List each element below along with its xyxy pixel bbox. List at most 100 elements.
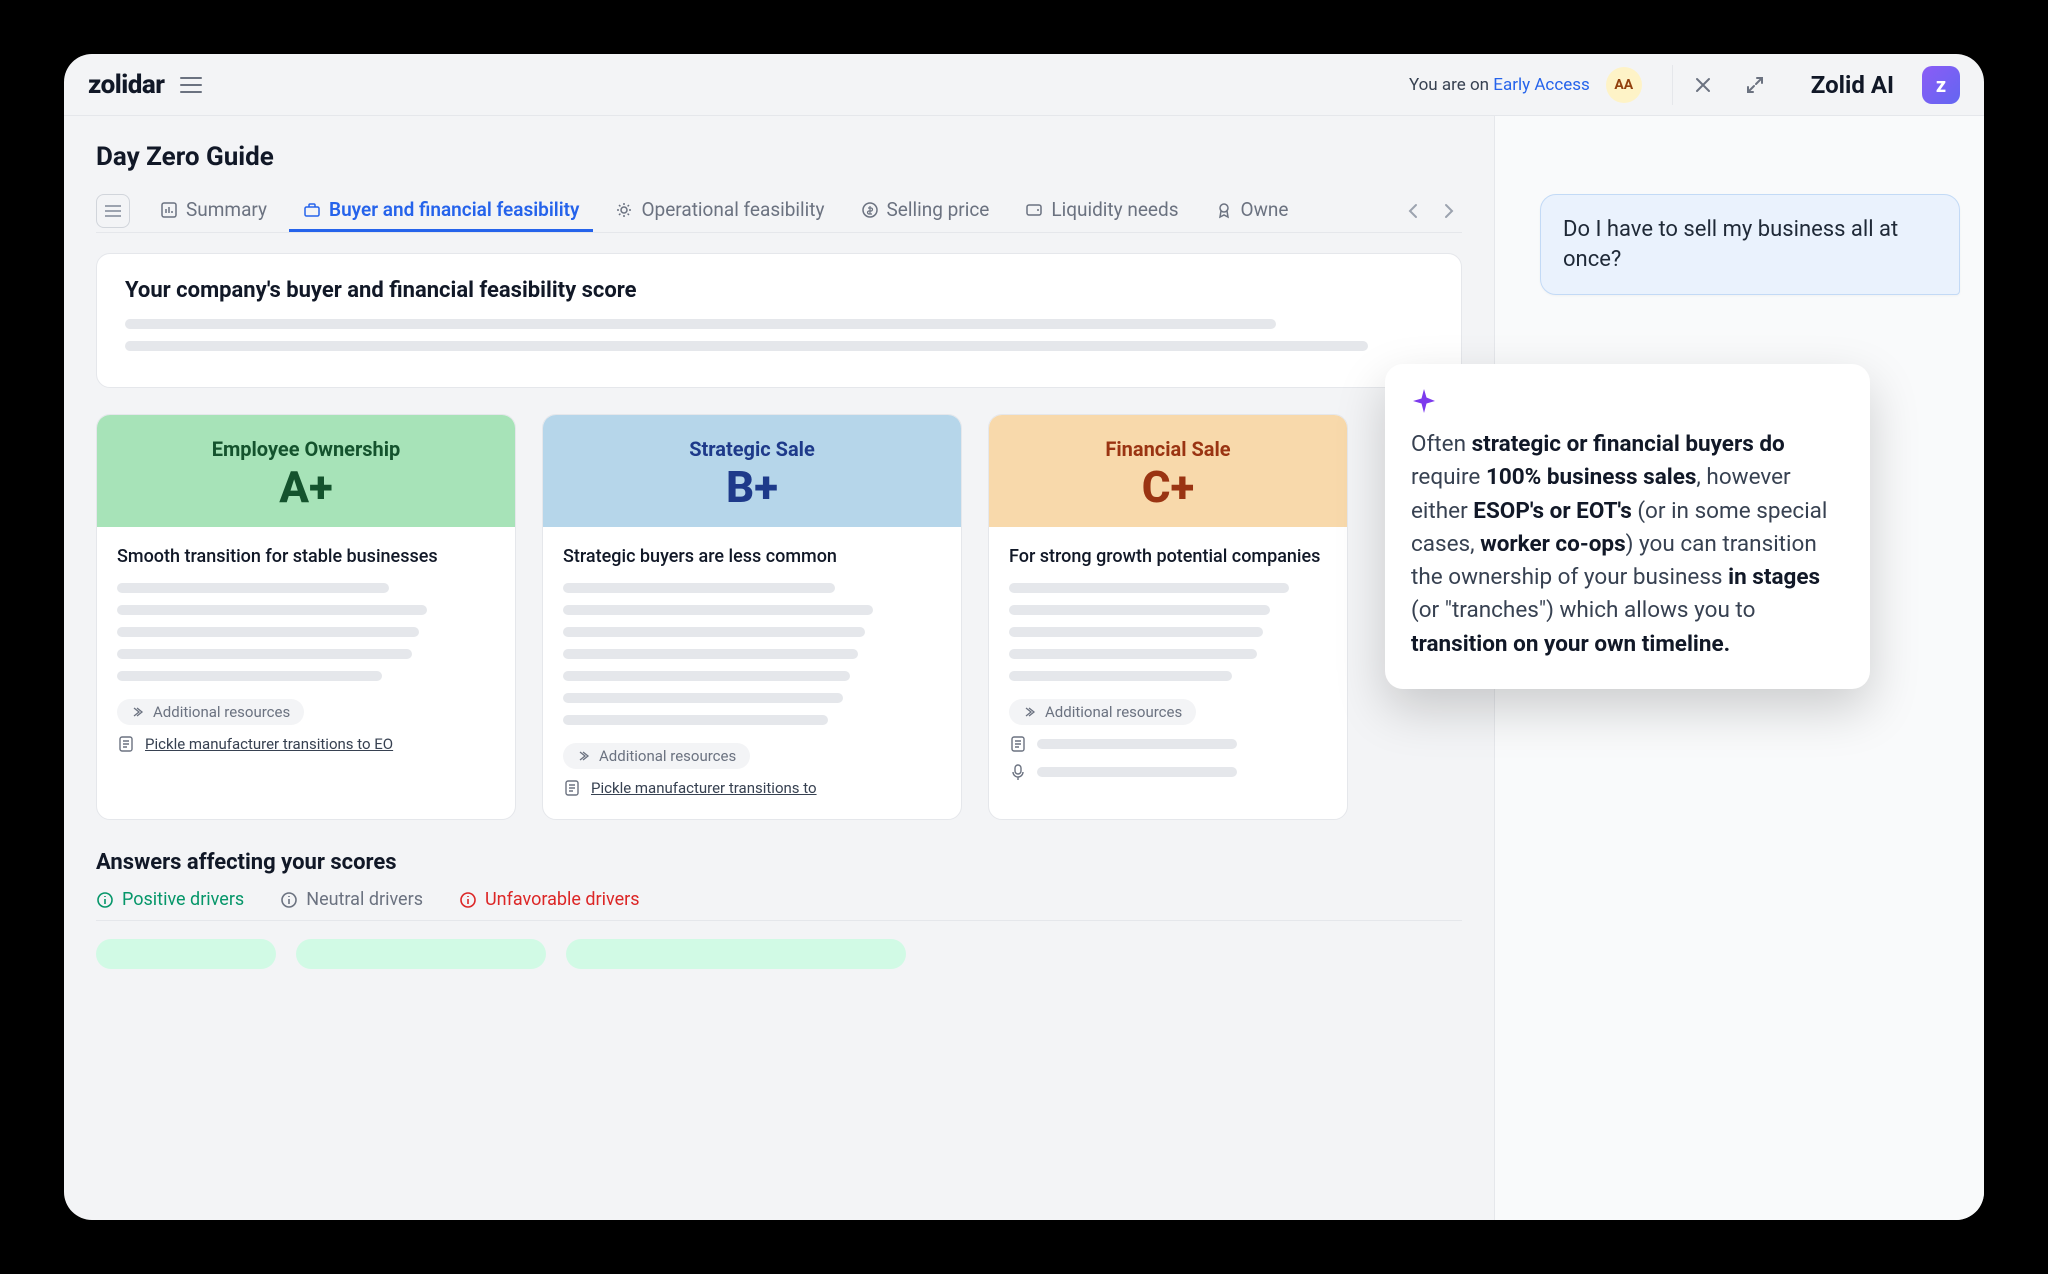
tab-label: Selling price [887, 198, 990, 221]
tab-ownership[interactable]: Owne [1201, 190, 1303, 232]
main-content: Day Zero Guide Summary Buyer and financi… [64, 116, 1494, 1220]
skeleton-line [563, 715, 828, 725]
ai-logo-badge: z [1922, 66, 1960, 104]
divider [1672, 65, 1673, 105]
skeleton-line [563, 671, 850, 681]
driver-tab-neutral[interactable]: Neutral drivers [280, 889, 423, 910]
skeleton-line [563, 583, 835, 593]
tab-bar: Summary Buyer and financial feasibility … [96, 190, 1462, 233]
card-strategic-sale: Strategic Sale B+ Strategic buyers are l… [542, 414, 962, 820]
document-icon [117, 735, 135, 753]
card-grade: C+ [1009, 465, 1327, 509]
skeleton-line [117, 605, 427, 615]
chip-label: Additional resources [153, 703, 290, 721]
document-icon [563, 779, 581, 797]
resource-link[interactable]: Pickle manufacturer transitions to [563, 779, 941, 797]
driver-label: Neutral drivers [306, 889, 423, 910]
chat-user-message: Do I have to sell my business all at onc… [1540, 194, 1960, 295]
skeleton-line [563, 627, 865, 637]
menu-icon[interactable] [180, 77, 202, 93]
tab-scroll-left[interactable] [1406, 201, 1420, 221]
info-icon [280, 891, 298, 909]
chip-label: Additional resources [599, 747, 736, 765]
skeleton-line [117, 627, 419, 637]
driver-label: Unfavorable drivers [485, 889, 640, 910]
skeleton-line [1009, 627, 1263, 637]
tab-label: Operational feasibility [641, 198, 824, 221]
card-employee-ownership: Employee Ownership A+ Smooth transition … [96, 414, 516, 820]
card-grade: B+ [563, 465, 941, 509]
tab-scroll-right[interactable] [1442, 201, 1456, 221]
skeleton-line [1037, 767, 1237, 777]
tab-selling-price[interactable]: Selling price [847, 190, 1004, 232]
skeleton-line [563, 649, 858, 659]
plan-status: You are on Early Access [1409, 75, 1590, 95]
answers-heading: Answers affecting your scores [96, 850, 1462, 875]
skeleton-line [1009, 671, 1232, 681]
resources-chip[interactable]: Additional resources [563, 743, 750, 769]
collapse-toggle[interactable] [96, 194, 130, 228]
driver-tab-positive[interactable]: Positive drivers [96, 889, 244, 910]
tab-operational[interactable]: Operational feasibility [601, 190, 838, 232]
gear-icon [615, 201, 633, 219]
driver-label: Positive drivers [122, 889, 244, 910]
tab-label: Summary [186, 198, 267, 221]
driver-pill [566, 939, 906, 969]
driver-tab-unfavorable[interactable]: Unfavorable drivers [459, 889, 640, 910]
skeleton-line [1037, 739, 1237, 749]
skeleton-line [563, 605, 873, 615]
close-icon[interactable] [1691, 73, 1715, 97]
tab-label: Liquidity needs [1051, 198, 1178, 221]
driver-pill [296, 939, 546, 969]
avatar-badge[interactable]: AA [1606, 67, 1642, 103]
tab-label: Buyer and financial feasibility [329, 198, 579, 221]
tab-buyer-feasibility[interactable]: Buyer and financial feasibility [289, 190, 593, 232]
card-title: Strategic Sale [563, 437, 941, 461]
resource-row [1009, 735, 1327, 753]
ai-panel-title: Zolid AI [1811, 71, 1894, 99]
resources-chip[interactable]: Additional resources [117, 699, 304, 725]
briefcase-icon [303, 201, 321, 219]
card-grade: A+ [117, 465, 495, 509]
early-access-link[interactable]: Early Access [1493, 75, 1590, 95]
info-icon [459, 891, 477, 909]
mic-icon [1009, 763, 1027, 781]
link-icon [1023, 705, 1037, 719]
resource-link[interactable]: Pickle manufacturer transitions to EO [117, 735, 495, 753]
card-subtitle: Smooth transition for stable businesses [117, 545, 495, 569]
resource-row [1009, 763, 1327, 781]
card-title: Financial Sale [1009, 437, 1327, 461]
ai-response-text: Often strategic or financial buyers do r… [1411, 428, 1844, 661]
link-icon [577, 749, 591, 763]
document-icon [1009, 735, 1027, 753]
skeleton-line [125, 319, 1276, 329]
info-icon [96, 891, 114, 909]
skeleton-line [1009, 583, 1289, 593]
wallet-icon [1025, 201, 1043, 219]
skeleton-line [125, 341, 1368, 351]
app-logo: zolidar [88, 70, 164, 100]
skeleton-line [117, 583, 389, 593]
chart-icon [160, 201, 178, 219]
skeleton-line [117, 671, 382, 681]
link-text: Pickle manufacturer transitions to [591, 779, 817, 797]
topbar: zolidar You are on Early Access AA Zolid… [64, 54, 1984, 116]
link-icon [131, 705, 145, 719]
tab-label: Owne [1241, 198, 1289, 221]
card-title: Employee Ownership [117, 437, 495, 461]
skeleton-line [1009, 605, 1270, 615]
plan-prefix: You are on [1409, 75, 1493, 95]
award-icon [1215, 201, 1233, 219]
tab-summary[interactable]: Summary [146, 190, 281, 232]
score-heading: Your company's buyer and financial feasi… [125, 278, 1433, 303]
score-panel: Your company's buyer and financial feasi… [96, 253, 1462, 388]
ai-chat-panel: Do I have to sell my business all at onc… [1494, 116, 1984, 1220]
skeleton-line [1009, 649, 1257, 659]
sparkle-icon [1411, 388, 1844, 414]
chip-label: Additional resources [1045, 703, 1182, 721]
resources-chip[interactable]: Additional resources [1009, 699, 1196, 725]
page-title: Day Zero Guide [96, 142, 1462, 172]
skeleton-line [117, 649, 412, 659]
expand-icon[interactable] [1743, 73, 1767, 97]
tab-liquidity[interactable]: Liquidity needs [1011, 190, 1192, 232]
